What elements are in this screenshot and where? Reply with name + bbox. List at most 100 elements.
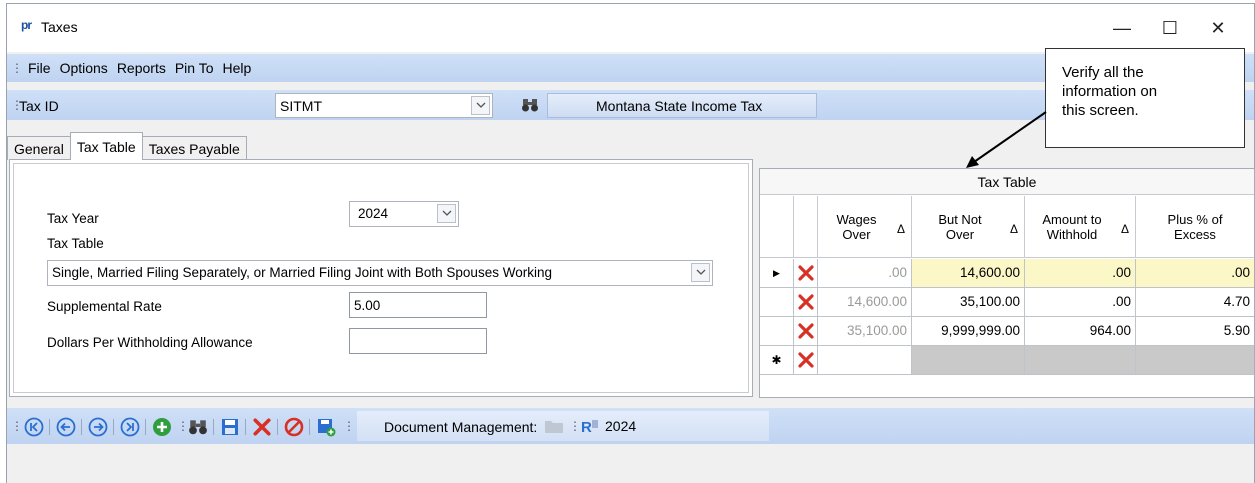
dollars-allowance-input[interactable] <box>349 328 487 354</box>
save-add-icon <box>318 419 336 437</box>
tax-description: Montana State Income Tax <box>596 98 763 114</box>
delete-x-icon <box>797 323 814 339</box>
cell-percent[interactable]: 5.90 <box>1136 317 1254 346</box>
instruction-callout: Verify all the information on this scree… <box>1045 48 1245 148</box>
new-cell-but-not-over[interactable] <box>912 346 1025 375</box>
toolbar-separator <box>145 419 146 435</box>
row-header[interactable] <box>760 317 794 346</box>
document-folder-button[interactable] <box>543 415 565 437</box>
dollars-allowance-label: Dollars Per Withholding Allowance <box>47 335 253 350</box>
current-row-indicator[interactable]: ▶ <box>760 259 794 288</box>
minimize-button[interactable]: — <box>1099 12 1145 44</box>
tax-table-grid: Tax Table Wages Over Δ But Not Over Δ Amou… <box>759 168 1255 398</box>
cancel-button[interactable] <box>283 416 305 438</box>
maximize-icon: ☐ <box>1161 17 1179 38</box>
callout-line-2: information on <box>1062 83 1158 100</box>
folder-icon <box>545 421 563 433</box>
col-plus-percent-excess[interactable]: Plus % of Excess <box>1136 196 1254 258</box>
cell-amount[interactable]: .00 <box>1025 259 1136 288</box>
new-cell-percent[interactable] <box>1136 346 1254 375</box>
next-record-button[interactable] <box>87 416 109 438</box>
delete-row-button[interactable] <box>794 346 818 375</box>
last-record-button[interactable] <box>119 416 141 438</box>
col-but-not-over[interactable]: But Not Over Δ <box>912 196 1025 258</box>
delete-x-icon <box>797 265 814 281</box>
tab-general[interactable]: General <box>7 136 71 160</box>
delete-x-icon <box>253 418 271 436</box>
save-icon <box>222 419 238 435</box>
add-record-button[interactable] <box>151 416 173 438</box>
delete-row-button[interactable] <box>794 288 818 317</box>
cell-percent[interactable]: .00 <box>1136 259 1254 288</box>
tax-table-form: Tax Year 2024 Tax Table Single, Married … <box>9 159 753 397</box>
tax-table-label: Tax Table <box>47 236 104 251</box>
close-button[interactable]: ✕ <box>1195 12 1241 44</box>
toolbar-grip-icon[interactable]: ⋮ <box>343 419 355 433</box>
form-group: Tax Year 2024 Tax Table Single, Married … <box>13 163 749 393</box>
cell-percent[interactable]: 4.70 <box>1136 288 1254 317</box>
tax-table-value: Single, Married Filing Separately, or Ma… <box>52 265 552 280</box>
next-record-icon <box>88 417 108 437</box>
toolbar-grip-icon[interactable]: ⋮ <box>11 419 23 433</box>
menu-help[interactable]: Help <box>223 60 252 76</box>
delete-row-button[interactable] <box>794 317 818 346</box>
new-row-icon: ✱ <box>771 353 782 367</box>
toolbar-grip-icon[interactable]: ⋮ <box>11 61 23 75</box>
cell-but-not-over[interactable]: 14,600.00 <box>912 259 1025 288</box>
delete-x-icon <box>797 352 814 368</box>
row-header[interactable] <box>760 288 794 317</box>
tax-year-select[interactable]: 2024 <box>349 201 459 227</box>
chevron-down-icon[interactable] <box>691 263 710 282</box>
tab-taxes-payable[interactable]: Taxes Payable <box>141 136 247 160</box>
document-management-section: Document Management: ⋮ R 2024 <box>357 411 769 441</box>
first-record-icon <box>24 417 44 437</box>
previous-record-button[interactable] <box>55 416 77 438</box>
save-new-button[interactable] <box>315 416 337 438</box>
delete-column-header <box>794 196 818 258</box>
cell-but-not-over[interactable]: 9,999,999.00 <box>912 317 1025 346</box>
tax-year-label: Tax Year <box>47 211 99 226</box>
toolbar-separator <box>81 419 82 435</box>
find-button[interactable] <box>187 416 209 438</box>
report-button[interactable]: R <box>579 415 601 437</box>
chevron-down-icon[interactable] <box>437 204 456 223</box>
last-record-icon <box>120 417 140 437</box>
col-amount-to-withhold[interactable]: Amount to Withhold Δ <box>1025 196 1136 258</box>
cell-wages-over[interactable]: .00 <box>818 259 912 288</box>
menu-reports[interactable]: Reports <box>117 60 166 76</box>
delete-record-button[interactable] <box>251 416 273 438</box>
delete-row-button[interactable] <box>794 259 818 288</box>
previous-record-icon <box>56 417 76 437</box>
tax-table-select[interactable]: Single, Married Filing Separately, or Ma… <box>47 260 713 286</box>
toolbar-separator <box>49 419 50 435</box>
menu-file[interactable]: File <box>28 60 51 76</box>
close-icon: ✕ <box>1210 17 1226 38</box>
menu-pin-to[interactable]: Pin To <box>175 60 214 76</box>
toolbar-separator <box>277 419 278 435</box>
search-binoculars-button[interactable] <box>517 93 543 117</box>
tab-tax-table[interactable]: Tax Table <box>69 132 143 160</box>
new-cell-wages-over[interactable] <box>818 346 912 375</box>
new-cell-amount[interactable] <box>1025 346 1136 375</box>
save-button[interactable] <box>219 416 241 438</box>
cell-amount[interactable]: .00 <box>1025 288 1136 317</box>
cell-but-not-over[interactable]: 35,100.00 <box>912 288 1025 317</box>
col-amount-line1: Amount to <box>1042 211 1102 227</box>
cell-amount[interactable]: 964.00 <box>1025 317 1136 346</box>
supplemental-rate-input[interactable] <box>349 292 487 318</box>
sort-icon: Δ <box>1009 222 1018 236</box>
cell-wages-over[interactable]: 35,100.00 <box>818 317 912 346</box>
tax-description-field: Montana State Income Tax <box>547 93 817 118</box>
cell-wages-over[interactable]: 14,600.00 <box>818 288 912 317</box>
first-record-button[interactable] <box>23 416 45 438</box>
document-management-label: Document Management: <box>384 419 538 435</box>
col-wages-over[interactable]: Wages Over Δ <box>818 196 912 258</box>
tax-id-select[interactable]: SITMT <box>275 93 493 118</box>
cancel-icon <box>284 417 304 437</box>
new-row-indicator[interactable]: ✱ <box>760 346 794 375</box>
chevron-down-icon[interactable] <box>471 96 490 115</box>
maximize-button[interactable]: ☐ <box>1147 12 1193 44</box>
svg-text:R: R <box>581 419 592 435</box>
menu-options[interactable]: Options <box>60 60 108 76</box>
row-header-column <box>760 196 794 258</box>
